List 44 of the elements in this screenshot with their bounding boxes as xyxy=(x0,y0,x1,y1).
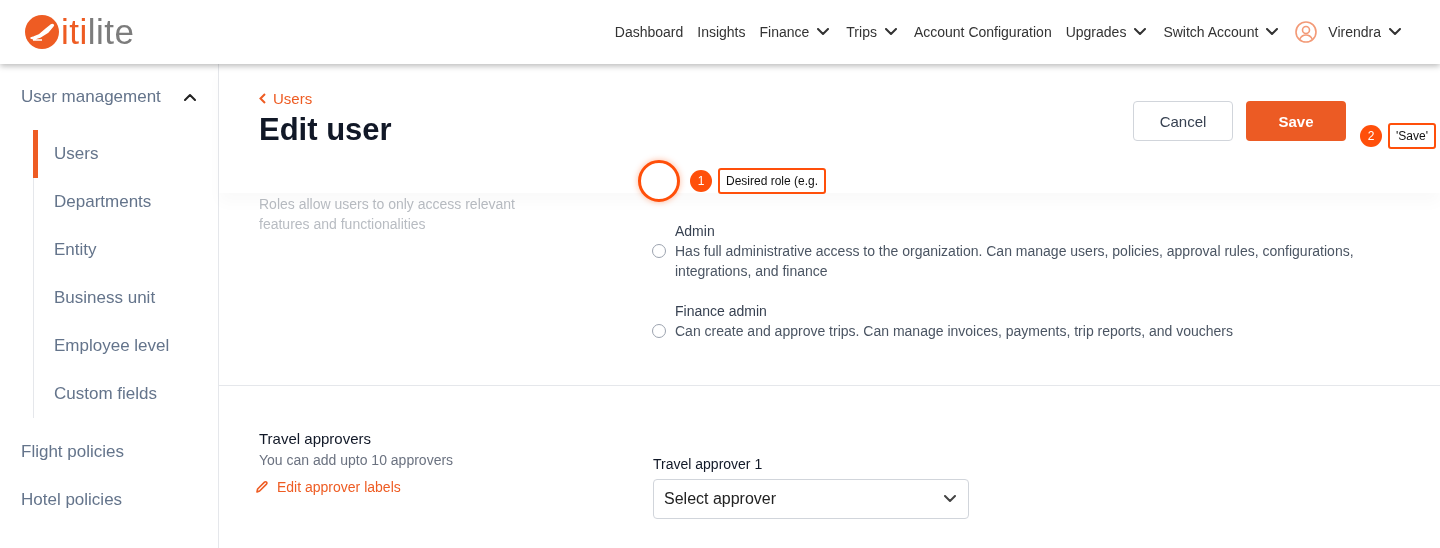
nav-link[interactable]: Upgrades xyxy=(1065,24,1150,40)
chevron-down-icon xyxy=(884,28,897,36)
nav-link[interactable]: Dashboard xyxy=(614,24,684,40)
chevron-left-icon xyxy=(259,93,266,104)
pencil-icon xyxy=(255,480,269,494)
role-description: Has full administrative access to the organization. Can manage users, policies, approval rules, configurations, integrations, and finance xyxy=(675,242,1355,281)
chevron-down-icon xyxy=(1389,28,1401,36)
approver-select[interactable]: Select approver xyxy=(653,479,969,519)
sidebar-item[interactable]: Custom fields xyxy=(33,370,218,418)
section-description: Roles allow users to only access relevant features and functionalities xyxy=(259,195,516,234)
nav-link[interactable]: Trips xyxy=(846,24,900,40)
sidebar-item[interactable]: Entity xyxy=(33,226,218,274)
nav-link[interactable]: Account Configuration xyxy=(913,24,1052,40)
sidebar-section[interactable]: Flight policies xyxy=(0,428,218,476)
chevron-down-icon xyxy=(1266,28,1279,36)
nav-link[interactable]: Finance xyxy=(759,24,833,40)
sidebar-item[interactable]: Business unit xyxy=(33,274,218,322)
edit-labels-link[interactable]: Edit approver labels xyxy=(255,479,653,495)
sidebar-item[interactable]: Departments xyxy=(33,178,218,226)
annotation-label: Desired role (e.g. xyxy=(718,168,827,194)
field-label: Travel approver 1 xyxy=(653,456,764,472)
role-label: Admin xyxy=(675,222,716,241)
user-menu[interactable]: Virendra xyxy=(1295,21,1404,43)
logo-text: itilite xyxy=(61,12,135,52)
save-button[interactable]: Save xyxy=(1246,101,1346,141)
sidebar-item[interactable]: Employee level xyxy=(33,322,218,370)
chevron-down-icon xyxy=(1134,28,1147,36)
role-description: Can create and approve trips. Can manage invoices, payments, trip reports, and vouchers xyxy=(675,322,1234,341)
annotation-label: 'Save' xyxy=(1388,123,1436,149)
sidebar-section[interactable]: Hotel policies xyxy=(0,476,218,524)
chevron-down-icon xyxy=(944,495,956,503)
nav-link[interactable]: Switch Account xyxy=(1163,24,1282,40)
back-link[interactable]: Users xyxy=(259,90,392,107)
chevron-up-icon xyxy=(184,93,196,101)
chevron-down-icon xyxy=(817,28,830,36)
section-title: Travel approvers xyxy=(259,429,372,449)
sidebar-section[interactable]: User management xyxy=(0,73,218,121)
nav-link[interactable]: Insights xyxy=(697,24,746,40)
role-label: Finance admin xyxy=(675,302,768,321)
plane-logo-icon xyxy=(25,15,59,49)
page-title: Edit user xyxy=(259,112,392,148)
section-description: You can add upto 10 approvers xyxy=(259,451,455,470)
user-avatar-icon xyxy=(1295,21,1318,43)
cancel-button[interactable]: Cancel xyxy=(1133,101,1233,141)
